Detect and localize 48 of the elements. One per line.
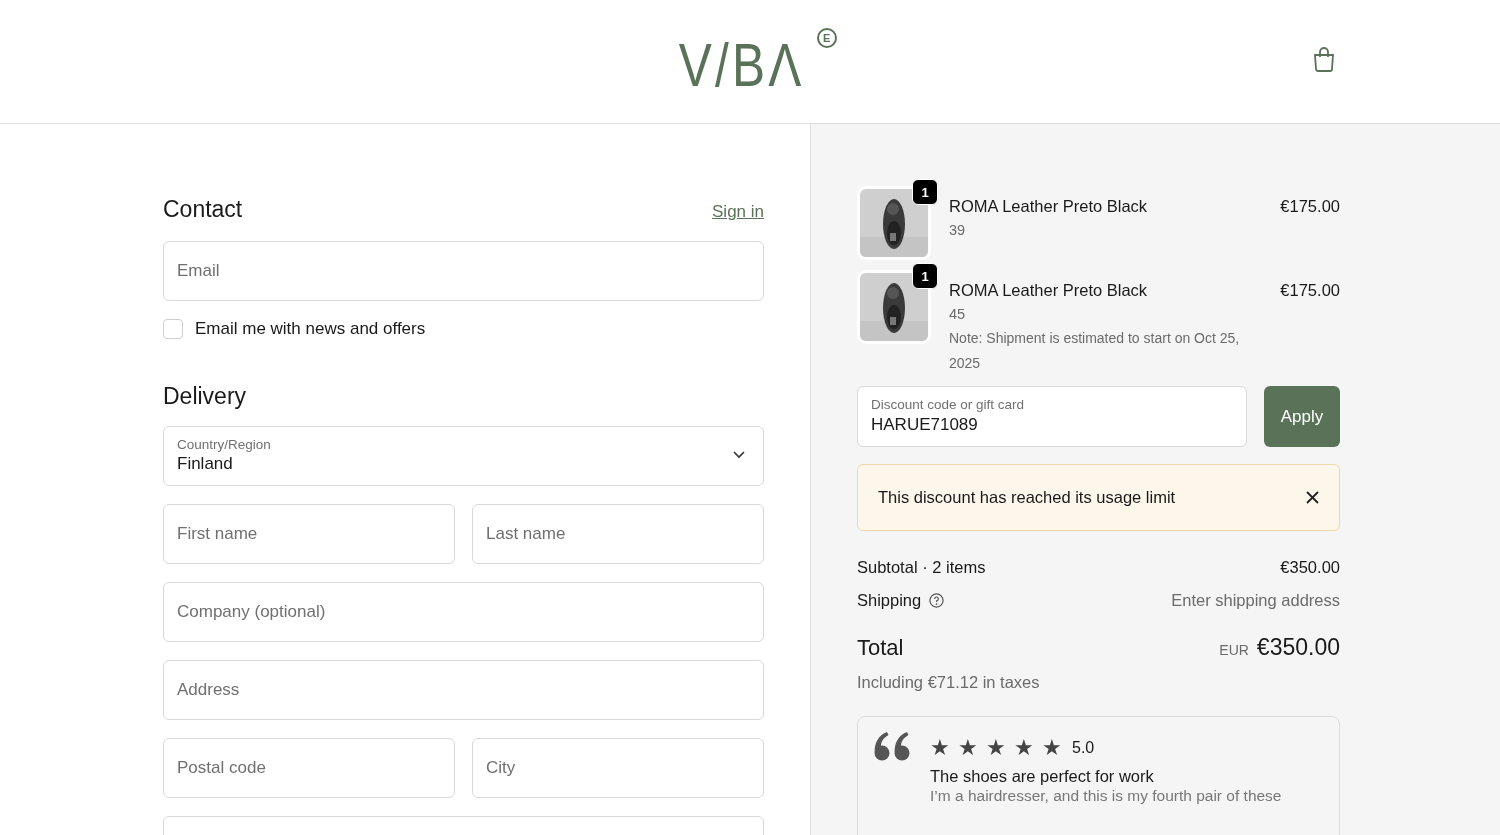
- sign-in-link[interactable]: Sign in: [712, 202, 764, 222]
- product-name: ROMA Leather Preto Black: [949, 197, 1149, 216]
- alert-message: This discount has reached its usage limit: [878, 488, 1176, 507]
- registered-mark: E: [816, 27, 837, 48]
- product-size: 39: [949, 221, 967, 240]
- section-title: Contact: [163, 196, 243, 223]
- shipping-label: Shipping: [857, 591, 922, 610]
- star-icon: ★: [1042, 737, 1062, 759]
- country-select[interactable]: Country/Region Finland: [163, 426, 764, 486]
- input-field[interactable]: Postal code: [163, 738, 455, 798]
- review-text: I’m a hairdresser, and this is my fourth pair of these: [930, 787, 1282, 805]
- product-price: €175.00: [1280, 196, 1340, 217]
- quantity-badge: 1: [912, 179, 938, 205]
- subtotal-value: €350.00: [1280, 558, 1340, 577]
- input-field[interactable]: Last name: [472, 504, 764, 564]
- subtotal-label: Subtotal · 2 items: [857, 558, 986, 577]
- input-field[interactable]: Email: [163, 241, 764, 301]
- discount-field[interactable]: Discount code or gift card HARUE71089: [857, 386, 1247, 447]
- shipping-value: Enter shipping address: [1171, 591, 1340, 610]
- help-icon[interactable]: [929, 593, 945, 608]
- currency-code: EUR: [1219, 642, 1249, 658]
- star-icon: ★: [1014, 737, 1034, 759]
- shopping-bag-icon[interactable]: [1312, 46, 1336, 72]
- total-value: €350.00: [1256, 634, 1340, 660]
- input-field[interactable]: First name: [163, 504, 455, 564]
- section-title: Delivery: [163, 383, 248, 410]
- total-label: Total: [857, 635, 904, 661]
- apply-button[interactable]: Apply: [1264, 386, 1340, 447]
- input-field[interactable]: Company (optional): [163, 582, 764, 642]
- shipment-note: Note: Shipment is estimated to start on Oct 25, 2025: [949, 329, 1241, 373]
- star-icon: ★: [986, 737, 1006, 759]
- review-title: The shoes are perfect for work: [930, 767, 1155, 786]
- quantity-badge: 1: [912, 263, 938, 289]
- checkbox-label[interactable]: Email me with news and offers: [195, 319, 426, 339]
- taxes-note: Including €71.12 in taxes: [857, 673, 1041, 692]
- logo[interactable]: V/BΛ: [679, 33, 805, 96]
- product-price: €175.00: [1280, 280, 1340, 301]
- checkbox[interactable]: [163, 319, 183, 339]
- close-icon[interactable]: [1306, 491, 1319, 504]
- product-size: 45: [949, 305, 967, 324]
- star-icon: ★: [958, 737, 978, 759]
- input-field[interactable]: City: [472, 738, 764, 798]
- product-name: ROMA Leather Preto Black: [949, 281, 1149, 300]
- star-icon: ★: [930, 737, 950, 759]
- rating-value: 5.0: [1072, 739, 1095, 757]
- input-field[interactable]: Address: [163, 660, 764, 720]
- quote-icon: [874, 731, 912, 761]
- chevron-down-icon: [733, 451, 745, 459]
